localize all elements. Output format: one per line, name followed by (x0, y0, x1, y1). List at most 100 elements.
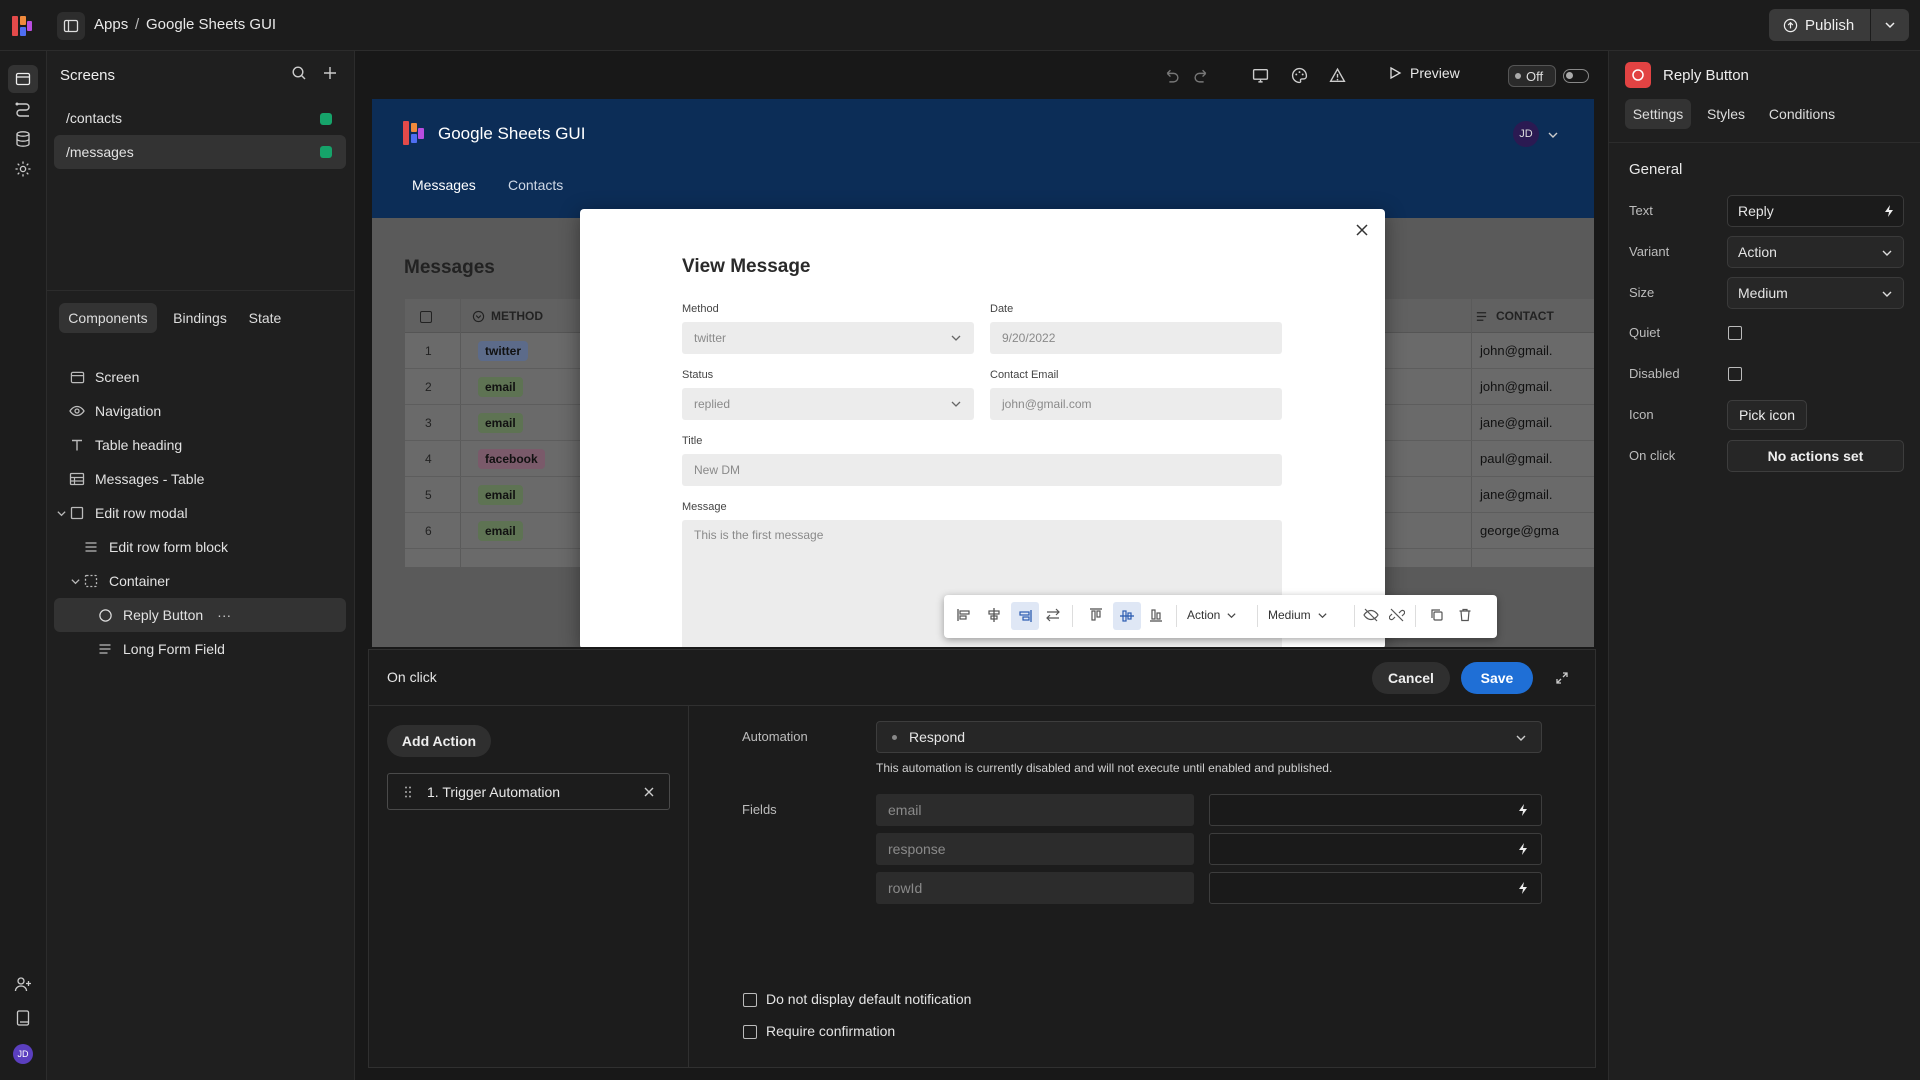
pick-icon-button[interactable]: Pick icon (1727, 400, 1807, 430)
search-icon (292, 66, 306, 80)
field-value-rowid-input[interactable] (1209, 872, 1542, 904)
toggle-switch[interactable] (1563, 69, 1589, 83)
rail-design-button[interactable] (8, 65, 38, 93)
column-header-method[interactable]: METHOD (472, 309, 543, 323)
tab-state[interactable]: State (243, 303, 287, 333)
warnings-button[interactable] (1329, 67, 1346, 84)
lightning-bolt-icon[interactable] (1517, 842, 1529, 856)
app-nav-messages[interactable]: Messages (412, 177, 476, 193)
align-center-button[interactable] (986, 607, 1002, 623)
select-all-checkbox[interactable] (420, 311, 432, 323)
contact-email-field[interactable]: john@gmail.com (990, 388, 1282, 420)
screen-item-messages[interactable]: /messages (54, 135, 346, 169)
sidebar-toggle-button[interactable] (57, 12, 85, 40)
preview-button[interactable]: Preview (1388, 65, 1460, 81)
tree-item-edit-row-form-block[interactable]: Edit row form block (54, 530, 346, 564)
undo-button[interactable] (1163, 67, 1180, 84)
search-screens-button[interactable] (291, 65, 307, 81)
align-right-button[interactable] (1011, 602, 1039, 630)
breadcrumb-app-name[interactable]: Google Sheets GUI (146, 16, 276, 33)
tab-styles[interactable]: Styles (1700, 99, 1752, 129)
variant-prop-select[interactable]: Action (1727, 236, 1904, 268)
app-logo (403, 121, 425, 145)
variant-picker[interactable]: Action (1187, 608, 1237, 622)
tab-components[interactable]: Components (59, 303, 157, 333)
add-action-button[interactable]: Add Action (387, 725, 491, 757)
method-select[interactable]: twitter (682, 322, 974, 354)
save-button[interactable]: Save (1461, 662, 1533, 694)
unlink-button[interactable] (1389, 607, 1405, 623)
rail-automation-button[interactable] (14, 100, 32, 118)
rail-docs-button[interactable] (14, 1009, 32, 1027)
tree-item-edit-row-modal[interactable]: Edit row modal (54, 496, 346, 530)
off-toggle-badge[interactable]: Off (1508, 65, 1556, 87)
lightning-bolt-icon[interactable] (1517, 881, 1529, 895)
app-nav-contacts[interactable]: Contacts (508, 177, 563, 193)
status-select[interactable]: replied (682, 388, 974, 420)
date-field[interactable]: 9/20/2022 (990, 322, 1282, 354)
disabled-checkbox[interactable] (1728, 367, 1742, 381)
tab-conditions[interactable]: Conditions (1762, 99, 1842, 129)
publish-menu-button[interactable] (1871, 9, 1909, 41)
rail-users-button[interactable] (14, 975, 32, 993)
text-prop-input[interactable]: Reply (1727, 195, 1904, 227)
remove-action-icon[interactable] (643, 786, 655, 798)
delete-button[interactable] (1457, 607, 1473, 623)
duplicate-button[interactable] (1429, 607, 1445, 623)
tab-settings[interactable]: Settings (1625, 99, 1691, 129)
app-avatar[interactable]: JD (1513, 121, 1539, 147)
user-avatar[interactable]: JD (13, 1044, 33, 1064)
tree-item-long-form-field[interactable]: Long Form Field (54, 632, 346, 666)
no-notification-label[interactable]: Do not display default notification (766, 991, 971, 1007)
quiet-checkbox[interactable] (1728, 326, 1742, 340)
lightning-bolt-icon[interactable] (1517, 803, 1529, 817)
rail-data-button[interactable] (14, 130, 32, 148)
field-value-response-input[interactable] (1209, 833, 1542, 865)
theme-button[interactable] (1291, 67, 1308, 84)
method-badge: email (478, 413, 523, 433)
app-page-heading: Messages (404, 257, 495, 278)
lightning-bolt-icon[interactable] (1883, 204, 1895, 218)
size-picker[interactable]: Medium (1268, 608, 1328, 622)
expand-button[interactable] (1555, 671, 1569, 685)
more-options-icon[interactable]: ··· (217, 607, 231, 623)
screen-item-contacts[interactable]: /contacts (54, 101, 346, 135)
budibase-logo[interactable] (11, 15, 33, 37)
tree-item-container[interactable]: Container (54, 564, 346, 598)
cancel-button[interactable]: Cancel (1372, 662, 1450, 694)
title-field[interactable]: New DM (682, 454, 1282, 486)
tab-bindings[interactable]: Bindings (167, 303, 233, 333)
close-modal-button[interactable] (1355, 223, 1369, 237)
automation-select[interactable]: Respond (876, 721, 1542, 753)
valign-middle-button[interactable] (1113, 602, 1141, 630)
no-notification-checkbox[interactable] (743, 993, 757, 1007)
size-prop-select[interactable]: Medium (1727, 277, 1904, 309)
align-left-button[interactable] (956, 607, 972, 623)
require-confirmation-checkbox[interactable] (743, 1025, 757, 1039)
tree-item-screen[interactable]: Screen (54, 360, 346, 394)
text-icon (69, 437, 85, 453)
tree-item-table-heading[interactable]: Table heading (54, 428, 346, 462)
require-confirmation-label[interactable]: Require confirmation (766, 1023, 895, 1039)
hide-button[interactable] (1363, 607, 1379, 623)
no-actions-set-button[interactable]: No actions set (1727, 440, 1904, 472)
field-value-email-input[interactable] (1209, 794, 1542, 826)
redo-button[interactable] (1193, 67, 1210, 84)
valign-bottom-button[interactable] (1148, 607, 1164, 623)
stretch-button[interactable] (1045, 607, 1061, 623)
valign-top-button[interactable] (1088, 607, 1104, 623)
tree-item-navigation[interactable]: Navigation (54, 394, 346, 428)
chevron-down-icon[interactable] (70, 576, 83, 587)
chevron-down-icon[interactable] (56, 508, 69, 519)
chevron-down-icon[interactable] (1547, 129, 1559, 141)
rail-settings-button[interactable] (14, 160, 32, 178)
column-header-contact[interactable]: CONTACT (1475, 309, 1554, 323)
device-preview-button[interactable] (1252, 67, 1269, 84)
drag-handle-icon[interactable] (403, 785, 413, 799)
publish-button[interactable]: Publish (1769, 9, 1870, 41)
breadcrumb-apps[interactable]: Apps (94, 16, 128, 33)
add-screen-button[interactable] (322, 65, 338, 81)
tree-item-reply-button[interactable]: Reply Button ··· (54, 598, 346, 632)
tree-item-messages-table[interactable]: Messages - Table (54, 462, 346, 496)
action-item-trigger-automation[interactable]: 1. Trigger Automation (387, 773, 670, 810)
